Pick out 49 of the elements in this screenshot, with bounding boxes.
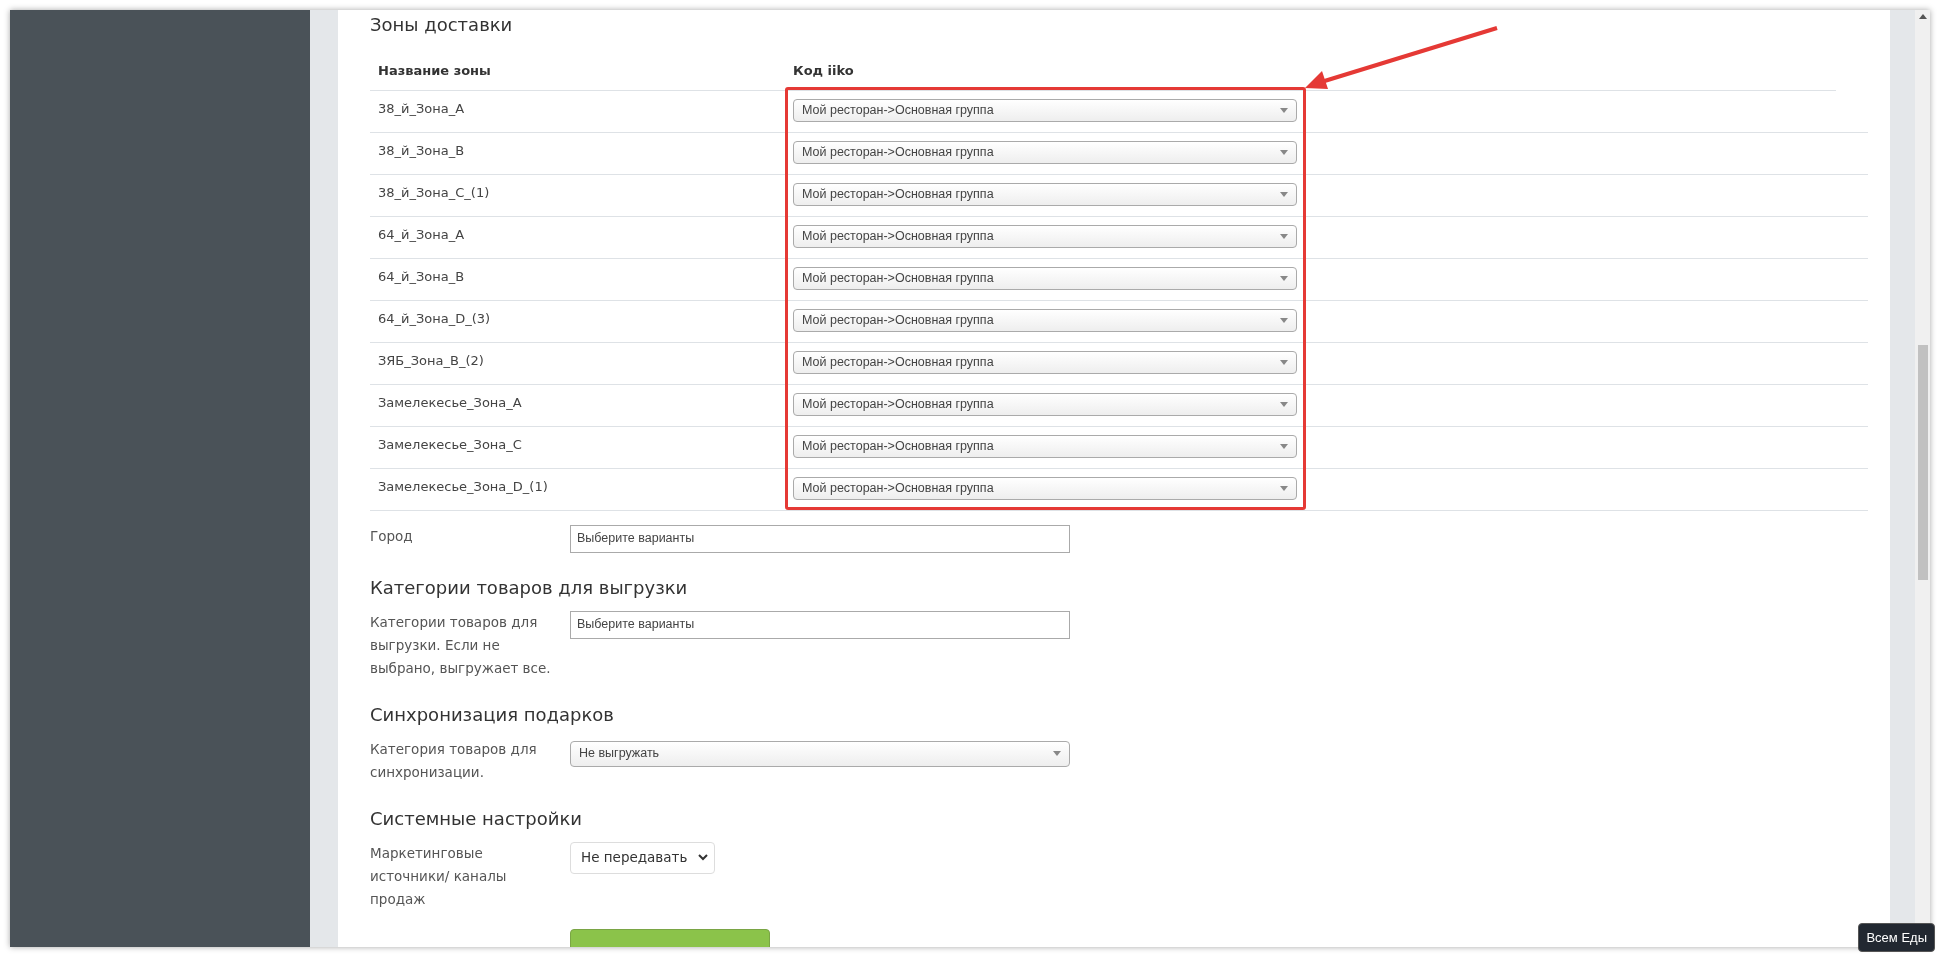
dropdown[interactable]: Мой ресторан->Основная группа (793, 350, 1297, 374)
caret-icon (1280, 191, 1288, 197)
field-label: Маркетинговые источники/ каналы продаж (370, 843, 508, 909)
field-label: Категории товаров для выгрузки. Если не выбрано, выгружает все. (370, 612, 552, 678)
column-header: Название зоны (378, 63, 491, 78)
dropdown[interactable]: Мой ресторан->Основная группа (793, 98, 1297, 122)
caret-icon (1280, 107, 1288, 113)
scrollbar-thumb[interactable] (1917, 345, 1928, 580)
caret-icon (1280, 443, 1288, 449)
caret-icon (1280, 359, 1288, 365)
section-title: Системные настройки (370, 807, 583, 830)
section-title: Зоны доставки (370, 14, 514, 36)
dropdown[interactable]: Мой ресторан->Основная группа (793, 434, 1297, 458)
caret-icon (1280, 275, 1288, 281)
caret-icon (1280, 317, 1288, 323)
multiselect-field[interactable]: Выберите варианты (570, 610, 1070, 639)
caret-icon (1280, 149, 1288, 155)
zone-name: 38_й_Зона_А (378, 100, 465, 116)
dropdown[interactable]: Мой ресторан->Основная группа (793, 308, 1297, 332)
column-header: Код iiko (793, 63, 854, 78)
dropdown[interactable]: Не выгружать (570, 740, 1070, 767)
caret-icon (1053, 751, 1061, 756)
zone-name: ЗЯБ_Зона_В_(2) (378, 352, 484, 368)
zone-name: Замелекесье_Зона_А (378, 394, 522, 410)
section-title: Категории товаров для выгрузки (370, 576, 689, 599)
select-field[interactable]: Не передавать (570, 841, 715, 874)
scroll-up-icon[interactable] (1918, 14, 1927, 19)
caret-icon (1280, 233, 1288, 239)
dropdown[interactable]: Мой ресторан->Основная группа (793, 266, 1297, 290)
zone-name: 64_й_Зона_А (378, 226, 465, 242)
dropdown[interactable]: Мой ресторан->Основная группа (793, 476, 1297, 500)
dropdown[interactable]: Мой ресторан->Основная группа (793, 182, 1297, 206)
caret-icon (1280, 401, 1288, 407)
multiselect-field[interactable]: Выберите варианты (570, 524, 1070, 553)
zone-name: 64_й_Зона_D_(3) (378, 310, 491, 326)
caret-icon (1280, 485, 1288, 491)
dropdown[interactable]: Мой ресторан->Основная группа (793, 224, 1297, 248)
chevron-icon (698, 854, 708, 861)
zone-name: Замелекесье_Зона_С (378, 436, 522, 452)
field-label: Категория товаров для синхронизации. (370, 739, 538, 782)
dropdown[interactable]: Мой ресторан->Основная группа (793, 140, 1297, 164)
dropdown[interactable]: Мой ресторан->Основная группа (793, 392, 1297, 416)
tooltip: Всем Еды (1858, 922, 1935, 952)
zone-name: 64_й_Зона_В (378, 268, 465, 284)
section-title: Синхронизация подарков (370, 703, 615, 726)
field-label: Город (370, 526, 414, 546)
zone-name: 38_й_Зона_В (378, 142, 465, 158)
zone-name: 38_й_Зона_С_(1) (378, 184, 490, 200)
zone-name: Замелекесье_Зона_D_(1) (378, 478, 548, 494)
